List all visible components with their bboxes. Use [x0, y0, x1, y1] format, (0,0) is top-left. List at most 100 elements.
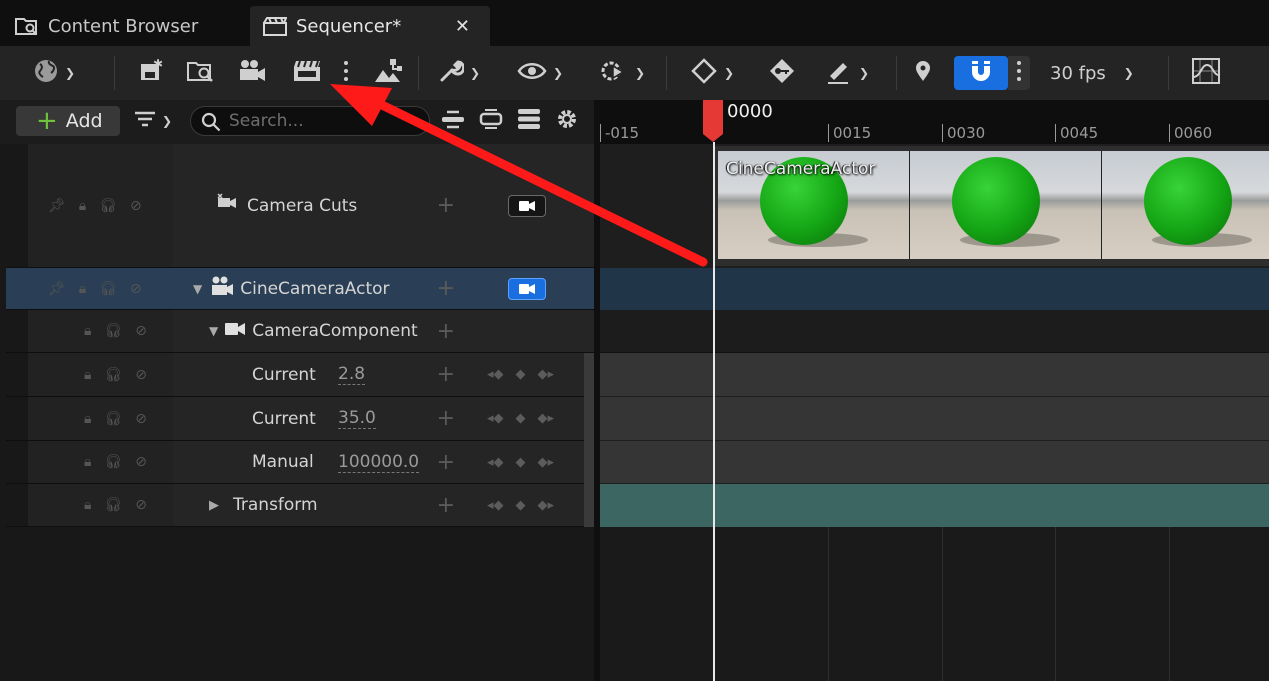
disable-icon[interactable]: ⊘	[130, 281, 142, 297]
track-row-current-aperture[interactable]: 🔒︎ 🎧︎ ⊘ Current A 2.8 + ◂◆ ◆ ◆▸	[6, 353, 594, 397]
add-track-button[interactable]: + Add	[16, 106, 120, 136]
find-in-content-browser-button[interactable]	[182, 56, 218, 90]
next-key-icon[interactable]: ◆▸	[538, 455, 555, 470]
next-key-icon[interactable]: ◆▸	[538, 498, 555, 513]
search-input[interactable]: Search...	[190, 106, 430, 136]
disable-icon[interactable]: ⊘	[135, 323, 147, 339]
timeline-row-cine-camera-actor[interactable]	[600, 268, 1269, 310]
add-plus-icon[interactable]: +	[437, 450, 455, 475]
track-row-cine-camera-actor[interactable]: 📌︎ 🔒︎ 🎧︎ ⊘ ▼ CineCameraActor +	[6, 268, 594, 310]
add-plus-icon[interactable]: +	[437, 276, 455, 301]
camera-lock-toggle[interactable]	[508, 277, 546, 300]
expand-all-button[interactable]	[478, 106, 504, 136]
render-movie-button[interactable]	[288, 56, 326, 90]
lock-icon[interactable]: 🔒︎	[84, 454, 91, 470]
save-sequence-button[interactable]: ✱	[134, 56, 166, 90]
add-plus-icon[interactable]: +	[437, 406, 455, 431]
lock-icon[interactable]: 🔒︎	[84, 323, 91, 339]
disable-icon[interactable]: ⊘	[135, 411, 147, 427]
more-options-button[interactable]	[338, 56, 354, 90]
timeline-area[interactable]: -015 0015 0030 0045 0060 0000 CineCamera…	[600, 100, 1269, 681]
track-key-cell: ◂◆ ◆ ◆▸	[473, 484, 594, 526]
tab-content-browser[interactable]: Content Browser	[2, 6, 242, 46]
view-options-button[interactable]: ❯	[512, 56, 568, 90]
property-value[interactable]: 100000.0	[338, 452, 420, 473]
previous-key-icon[interactable]: ◂◆	[487, 367, 504, 382]
timeline-row-manual-focus[interactable]	[600, 441, 1269, 484]
pin-icon[interactable]: 📌︎	[48, 281, 66, 297]
property-value[interactable]: 2.8	[338, 364, 366, 385]
expand-arrow-icon[interactable]: ▼	[193, 282, 202, 296]
track-row-manual-focus[interactable]: 🔒︎ 🎧︎ ⊘ Manual 100000.0 + ◂◆ ◆ ◆▸	[6, 441, 594, 484]
divider	[1168, 56, 1169, 90]
marked-frame-button[interactable]	[910, 56, 936, 90]
close-icon[interactable]: ✕	[455, 16, 470, 37]
camera-thumbnail-strip[interactable]: CineCameraActor	[718, 151, 1269, 259]
add-key-icon[interactable]: ◆	[516, 367, 526, 382]
headphones-icon[interactable]: 🎧︎	[104, 323, 122, 339]
track-row-camera-cuts[interactable]: 📌︎ 🔒︎ 🎧︎ ⊘ Camera Cuts +	[6, 144, 594, 268]
playhead-handle[interactable]	[702, 100, 724, 142]
next-key-icon[interactable]: ◆▸	[538, 367, 555, 382]
previous-key-icon[interactable]: ◂◆	[487, 411, 504, 426]
track-controls: 📌︎ 🔒︎ 🎧︎ ⊘	[28, 144, 173, 267]
headphones-icon[interactable]: 🎧︎	[104, 497, 122, 513]
add-plus-icon[interactable]: +	[437, 362, 455, 387]
expand-arrow-icon[interactable]: ▼	[209, 324, 218, 338]
filter-button[interactable]: ❯	[128, 106, 178, 136]
snapping-options-button[interactable]	[1008, 56, 1030, 90]
world-menu-button[interactable]: ❯	[24, 56, 84, 90]
add-key-icon[interactable]: ◆	[516, 411, 526, 426]
pin-icon[interactable]: 📌︎	[48, 198, 66, 214]
camera-lock-toggle[interactable]	[508, 194, 546, 217]
playback-options-button[interactable]: ❯	[594, 56, 650, 90]
add-plus-icon[interactable]: +	[437, 319, 455, 344]
disable-icon[interactable]: ⊘	[135, 454, 147, 470]
director-blueprint-button[interactable]	[368, 56, 408, 90]
frame-rate-dropdown[interactable]: 30 fps ❯	[1046, 56, 1146, 90]
track-row-current-focal-length[interactable]: 🔒︎ 🎧︎ ⊘ Current F 35.0 + ◂◆ ◆ ◆▸	[6, 397, 594, 441]
disable-icon[interactable]: ⊘	[135, 497, 147, 513]
settings-button[interactable]	[554, 106, 580, 136]
scrollbar[interactable]	[584, 353, 594, 527]
lock-icon[interactable]: 🔒︎	[79, 281, 86, 297]
tools-menu-button[interactable]: ❯	[430, 56, 488, 90]
headphones-icon[interactable]: 🎧︎	[99, 281, 117, 297]
next-key-icon[interactable]: ◆▸	[538, 411, 555, 426]
time-ruler[interactable]: -015 0015 0030 0045 0060 0000	[600, 100, 1269, 144]
lock-icon[interactable]: 🔒︎	[84, 411, 91, 427]
disable-icon[interactable]: ⊘	[130, 198, 142, 214]
timeline-row-current-focal-length[interactable]	[600, 397, 1269, 441]
property-value[interactable]: 35.0	[338, 408, 376, 429]
list-view-button[interactable]	[516, 106, 542, 136]
keying-button[interactable]	[764, 56, 800, 90]
headphones-icon[interactable]: 🎧︎	[99, 198, 117, 214]
lock-icon[interactable]: 🔒︎	[84, 497, 91, 513]
add-key-icon[interactable]: ◆	[516, 498, 526, 513]
previous-key-icon[interactable]: ◂◆	[487, 498, 504, 513]
key-interpolation-button[interactable]: ❯	[684, 56, 740, 90]
add-key-icon[interactable]: ◆	[516, 455, 526, 470]
collapse-all-button[interactable]	[440, 106, 466, 136]
timeline-row-transform[interactable]	[600, 484, 1269, 527]
lock-icon[interactable]: 🔒︎	[79, 198, 86, 214]
autokey-button[interactable]: ❯	[818, 56, 876, 90]
expand-arrow-icon[interactable]: ▶	[209, 498, 219, 513]
headphones-icon[interactable]: 🎧︎	[104, 367, 122, 383]
headphones-icon[interactable]: 🎧︎	[104, 454, 122, 470]
track-row-camera-component[interactable]: 🔒︎ 🎧︎ ⊘ ▼ CameraComponent +	[6, 310, 594, 353]
track-row-transform[interactable]: 🔒︎ 🎧︎ ⊘ ▶ Transform + ◂◆ ◆ ◆▸	[6, 484, 594, 527]
timeline-row-camera-component[interactable]	[600, 310, 1269, 353]
previous-key-icon[interactable]: ◂◆	[487, 455, 504, 470]
create-camera-button[interactable]	[234, 56, 270, 90]
curve-editor-button[interactable]	[1188, 56, 1224, 90]
tab-sequencer[interactable]: Sequencer* ✕	[250, 6, 490, 46]
svg-text:✱: ✱	[153, 58, 163, 71]
add-plus-icon[interactable]: +	[437, 193, 455, 218]
add-plus-icon[interactable]: +	[437, 493, 455, 518]
snapping-toggle[interactable]	[954, 56, 1008, 90]
disable-icon[interactable]: ⊘	[135, 367, 147, 383]
lock-icon[interactable]: 🔒︎	[84, 367, 91, 383]
timeline-row-current-aperture[interactable]	[600, 353, 1269, 397]
headphones-icon[interactable]: 🎧︎	[104, 411, 122, 427]
